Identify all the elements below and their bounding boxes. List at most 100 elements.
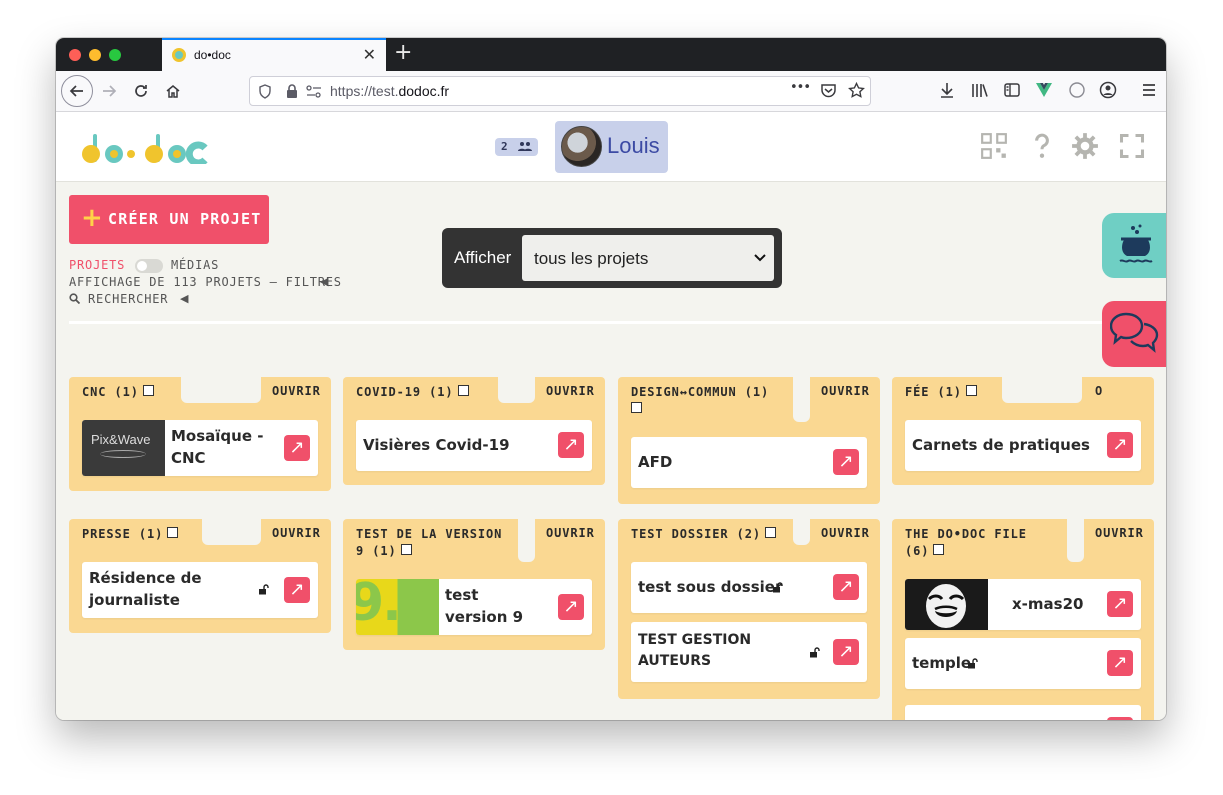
folder-checkbox[interactable]: [142, 385, 154, 396]
open-project-arrow-icon[interactable]: ↗: [1107, 591, 1133, 617]
project-card[interactable]: Carnets de pratiques ↗: [905, 420, 1141, 471]
project-card[interactable]: test sous dossier ↗: [631, 562, 867, 613]
filters-toggle[interactable]: AFFICHAGE DE 113 PROJETS — FILTRES: [69, 275, 342, 289]
pocket-icon[interactable]: [820, 83, 837, 99]
window-close-button[interactable]: [69, 49, 81, 61]
open-project-arrow-icon[interactable]: ↗: [1107, 650, 1133, 676]
search-arrow-icon[interactable]: ◀: [180, 292, 188, 305]
unlocked-icon: [967, 658, 978, 672]
folder-notch: [793, 519, 810, 545]
project-card[interactable]: Visières Covid-19 ↗: [356, 420, 592, 471]
window-maximize-button[interactable]: [109, 49, 121, 61]
extension-circle-icon[interactable]: [1066, 81, 1088, 99]
folder-open-button[interactable]: O: [1095, 384, 1103, 398]
home-button[interactable]: [160, 78, 186, 104]
folder-checkbox[interactable]: [765, 527, 776, 538]
permissions-icon[interactable]: [306, 85, 322, 98]
open-project-arrow-icon[interactable]: ↗: [833, 574, 859, 600]
project-card[interactable]: Résidence de journaliste ↗: [82, 562, 318, 618]
filters-arrow-icon[interactable]: ◀: [320, 275, 328, 288]
folder-title-text: CNC (1): [82, 385, 139, 399]
folder-checkbox[interactable]: [167, 527, 179, 538]
reload-button[interactable]: [128, 78, 154, 104]
forward-button[interactable]: [96, 78, 122, 104]
folder-checkbox[interactable]: [631, 402, 642, 413]
folder-open-button[interactable]: OUVRIR: [1095, 526, 1144, 540]
folder-title-line2: 9 (1): [356, 544, 397, 558]
folder-open-button[interactable]: OUVRIR: [821, 384, 870, 398]
settings-gear-icon[interactable]: [1071, 132, 1099, 160]
sidebar-icon[interactable]: [1001, 81, 1023, 99]
folder-open-button[interactable]: OUVRIR: [272, 526, 321, 540]
dodoc-logo[interactable]: [81, 130, 211, 164]
open-project-arrow-icon[interactable]: ↗: [1107, 717, 1133, 720]
mode-projects-label[interactable]: PROJETS: [69, 258, 125, 272]
authors-count-badge[interactable]: 2: [495, 138, 539, 156]
project-card[interactable]: temple ↗: [905, 638, 1141, 689]
open-project-arrow-icon[interactable]: ↗: [284, 435, 310, 461]
qr-code-icon[interactable]: [980, 132, 1008, 160]
shield-icon[interactable]: [258, 84, 272, 99]
cauldron-icon: [1119, 224, 1153, 263]
folder-checkbox[interactable]: [965, 385, 977, 396]
home-icon: [166, 85, 180, 98]
folder-checkbox[interactable]: [933, 544, 945, 555]
search-icon: [69, 293, 81, 305]
back-button[interactable]: [61, 75, 93, 107]
project-card[interactable]: Pix&Wave Mosaïque - CNC ↗: [82, 420, 318, 476]
folder-card: FÉE (1) O Carnets de pratiques ↗: [892, 377, 1154, 485]
download-icon[interactable]: [936, 81, 958, 99]
folder-notch: [793, 377, 810, 422]
content-divider: [69, 321, 1166, 324]
mode-toggle[interactable]: [135, 259, 163, 273]
mode-medias-label[interactable]: MÉDIAS: [171, 258, 219, 272]
open-project-arrow-icon[interactable]: ↗: [284, 577, 310, 603]
project-card[interactable]: projet ↗: [905, 705, 1141, 720]
menu-hamburger-icon[interactable]: [1138, 81, 1160, 99]
bookmark-star-icon[interactable]: [848, 82, 865, 99]
current-author-button[interactable]: Louis: [555, 121, 668, 173]
project-card[interactable]: AFD ↗: [631, 437, 867, 488]
folder-open-button[interactable]: OUVRIR: [272, 384, 321, 398]
project-card[interactable]: TEST GESTION AUTEURS ↗: [631, 622, 867, 682]
search-toggle[interactable]: RECHERCHER: [69, 292, 168, 306]
open-project-arrow-icon[interactable]: ↗: [833, 449, 859, 475]
open-project-arrow-icon[interactable]: ↗: [833, 639, 859, 665]
open-project-arrow-icon[interactable]: ↗: [558, 432, 584, 458]
tab-close-icon[interactable]: ✕: [363, 45, 376, 64]
library-icon[interactable]: [969, 81, 991, 99]
folder-checkbox[interactable]: [400, 544, 412, 555]
cauldron-tab[interactable]: [1102, 213, 1166, 278]
back-arrow-icon: [69, 85, 83, 97]
url-text[interactable]: https://test.dodoc.fr: [330, 83, 449, 99]
folder-checkbox[interactable]: [457, 385, 469, 396]
unlocked-icon: [258, 584, 269, 598]
folder-title: TEST DOSSIER (2): [631, 526, 776, 543]
project-title: Carnets de pratiques: [912, 436, 1090, 454]
fullscreen-icon[interactable]: [1118, 132, 1146, 160]
help-icon[interactable]: [1028, 132, 1056, 160]
account-icon[interactable]: [1097, 81, 1119, 99]
url-bar[interactable]: https://test.dodoc.fr •••: [249, 76, 871, 106]
browser-tab[interactable]: do•doc ✕: [162, 38, 386, 71]
folder-open-button[interactable]: OUVRIR: [546, 384, 595, 398]
new-tab-button[interactable]: +: [394, 40, 412, 65]
vue-devtools-icon[interactable]: [1033, 81, 1055, 99]
page-actions-icon[interactable]: •••: [790, 80, 811, 95]
browser-window: do•doc ✕ + https://test.dodoc.fr ••• 2 L…: [56, 38, 1166, 720]
open-project-arrow-icon[interactable]: ↗: [558, 594, 584, 620]
create-project-button[interactable]: + CRÉER UN PROJET: [69, 195, 269, 244]
folder-open-button[interactable]: OUVRIR: [546, 526, 595, 540]
url-domain: dodoc.fr: [398, 83, 450, 99]
lock-icon[interactable]: [286, 84, 298, 99]
project-card[interactable]: x-mas20 ↗: [905, 579, 1141, 630]
folder-title-text: COVID-19 (1): [356, 385, 454, 399]
open-project-arrow-icon[interactable]: ↗: [1107, 432, 1133, 458]
project-card[interactable]: 9.0 test version 9 ↗: [356, 579, 592, 635]
folder-notch: [498, 377, 535, 403]
display-select[interactable]: tous les projets: [522, 235, 774, 281]
window-minimize-button[interactable]: [89, 49, 101, 61]
folder-open-button[interactable]: OUVRIR: [821, 526, 870, 540]
chat-tab[interactable]: [1102, 301, 1166, 367]
forward-arrow-icon: [103, 85, 117, 97]
